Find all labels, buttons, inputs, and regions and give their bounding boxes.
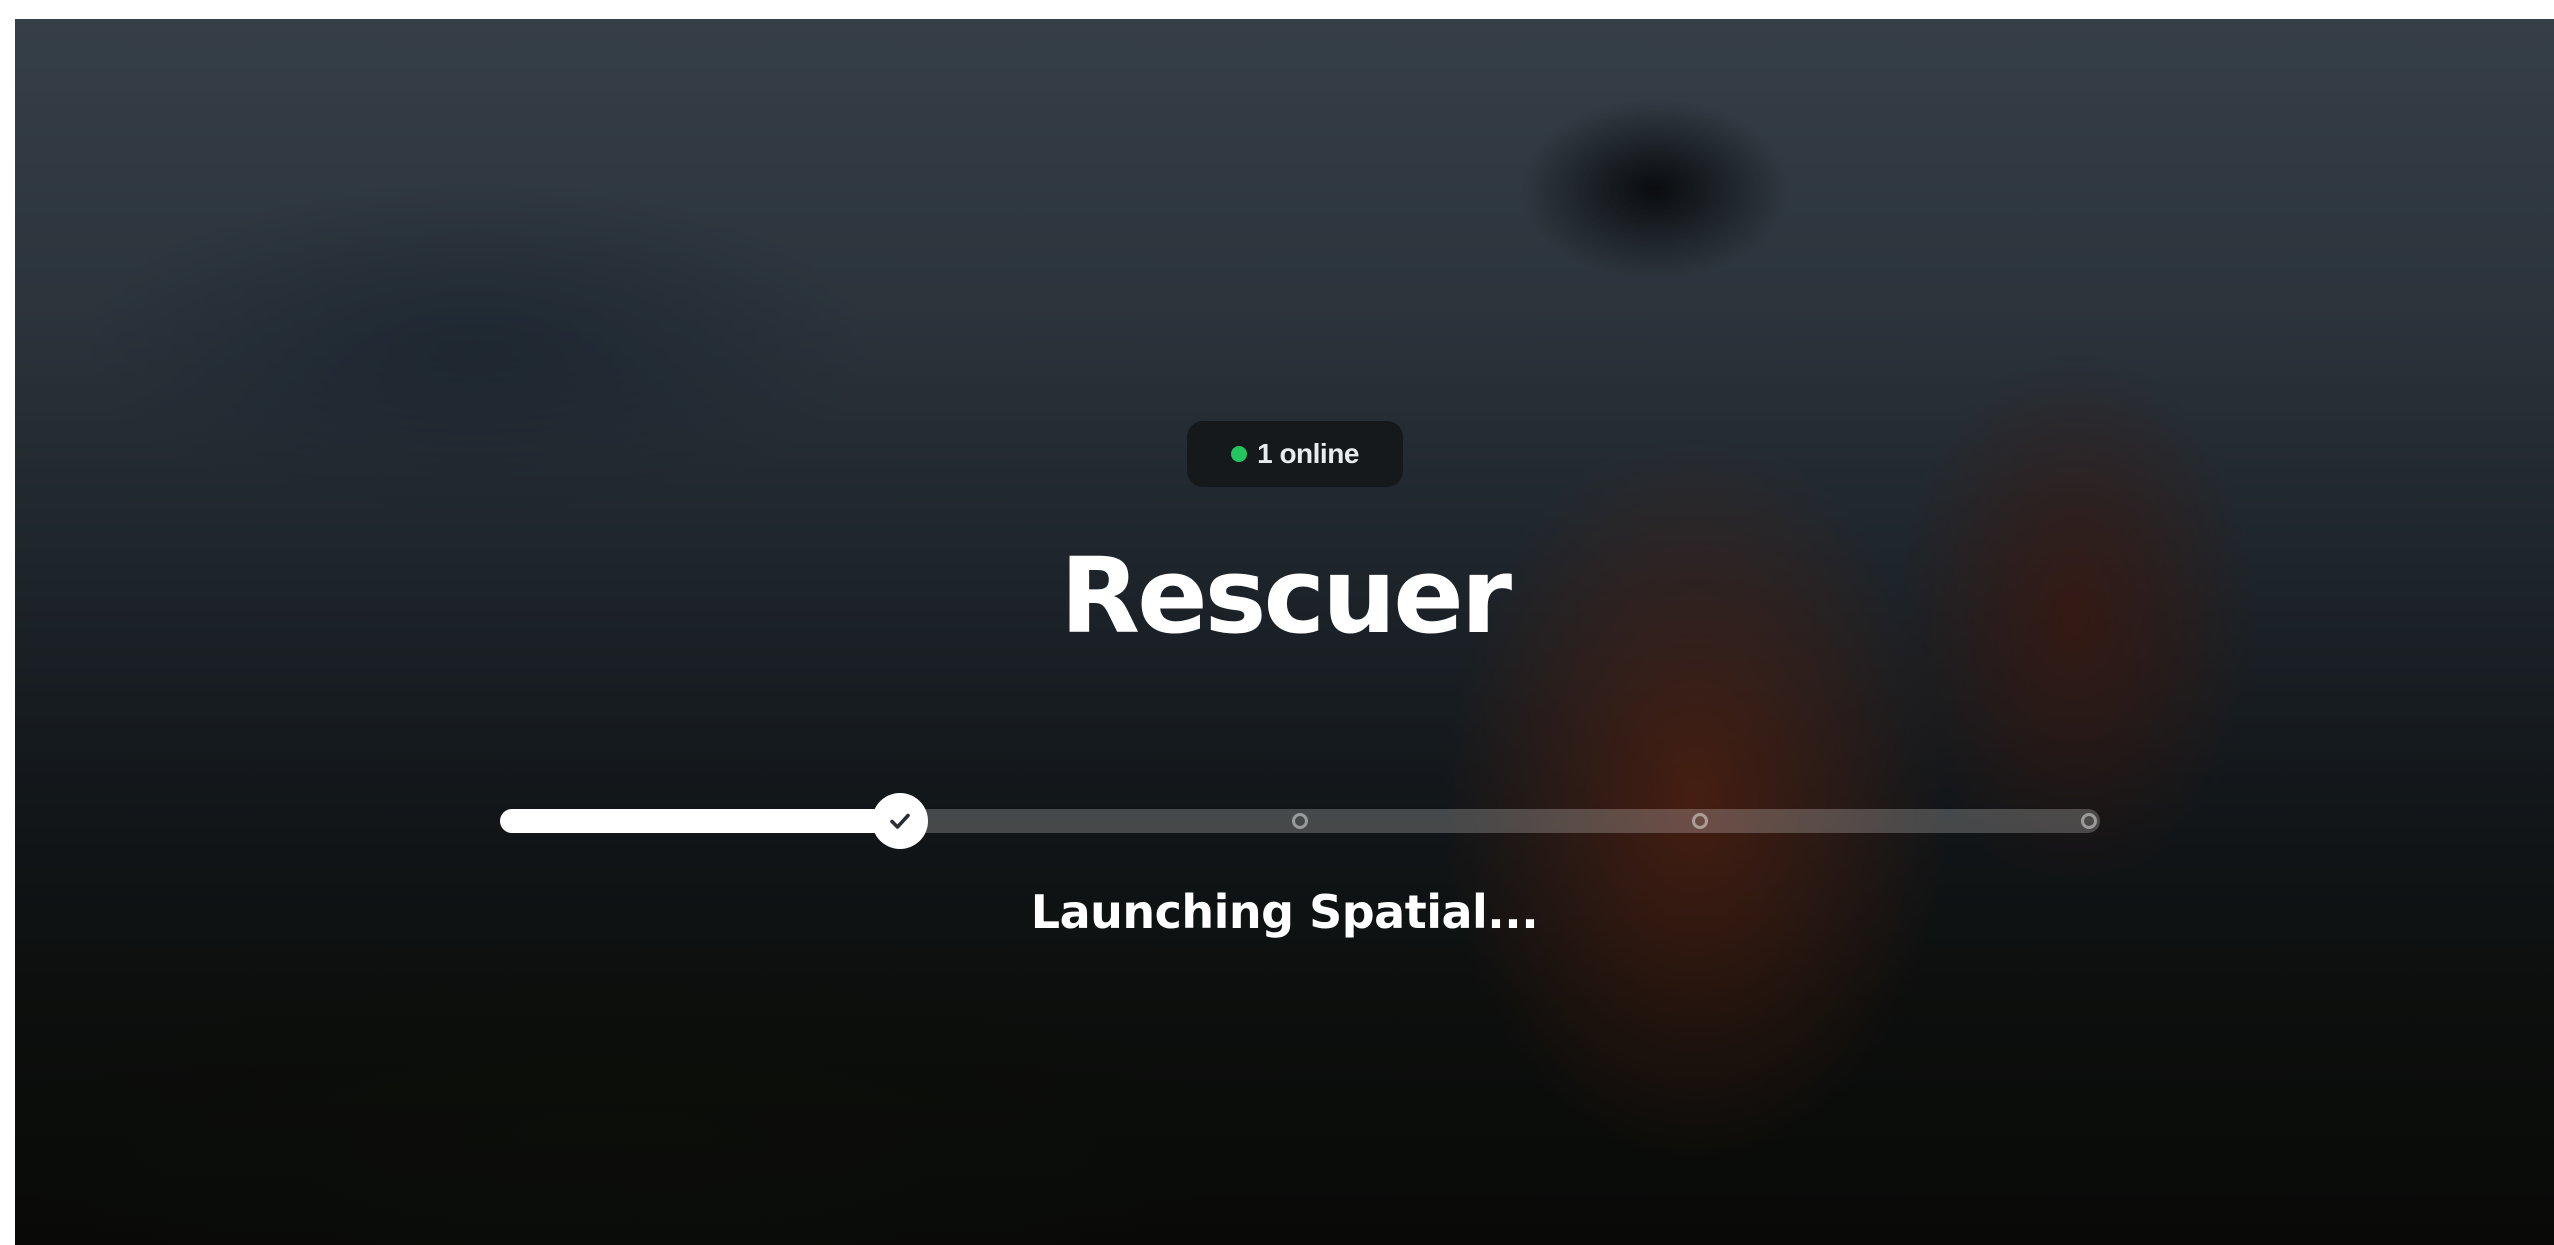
progress-step-4 [2080, 813, 2097, 829]
progress-step-2 [1292, 813, 1308, 829]
online-presence-badge: 1 online [1187, 421, 1403, 487]
app-title: Rescuer [1059, 535, 1512, 657]
progress-bar [500, 793, 2100, 849]
progress-fill [500, 809, 900, 833]
check-icon [890, 813, 910, 829]
progress-step-3 [1692, 813, 1708, 829]
online-status-dot [1231, 446, 1248, 462]
loading-screen: 1 online Rescuer Launching Spatial... [15, 19, 2554, 1245]
loading-status-text: Launching Spatial... [1030, 885, 1539, 939]
progress-step-1 [872, 793, 928, 849]
online-count-label: 1 online [1257, 438, 1359, 469]
